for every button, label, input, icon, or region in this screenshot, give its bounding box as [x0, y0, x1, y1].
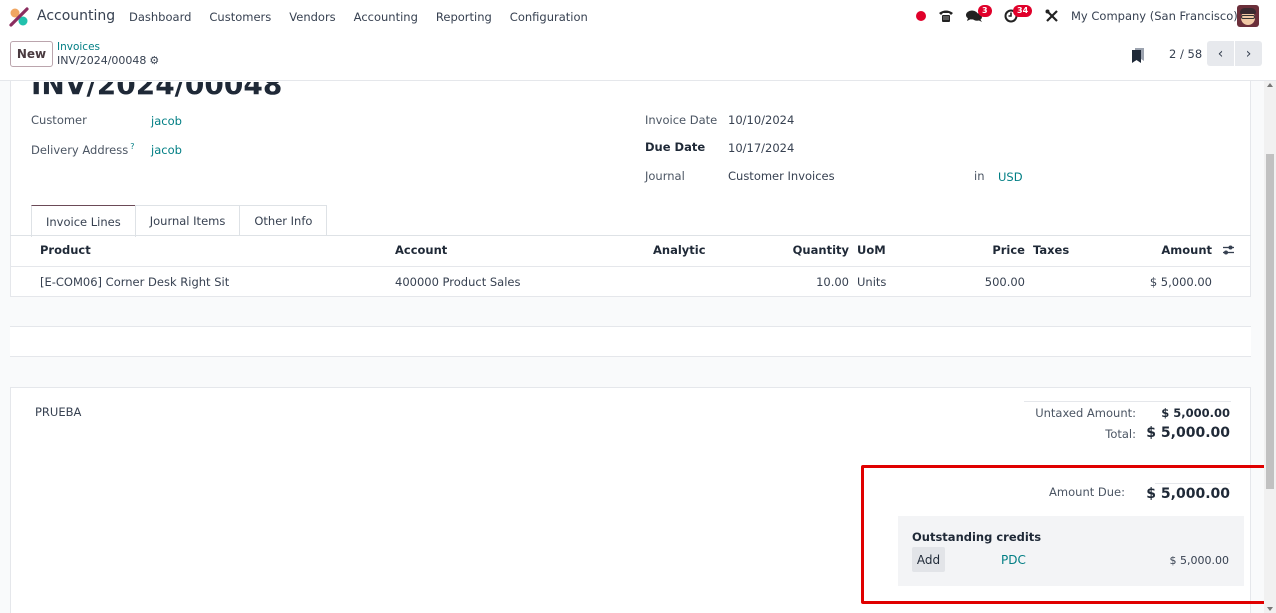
column-product[interactable]: Product — [40, 243, 91, 257]
invoice-date-field[interactable]: 10/10/2024 — [728, 113, 794, 127]
add-credit-button[interactable]: Add — [912, 547, 945, 572]
invoice-date-label: Invoice Date — [645, 113, 718, 127]
total-value: $ 5,000.00 — [1146, 425, 1230, 441]
delivery-address-field[interactable]: jacob — [151, 143, 182, 157]
currency-field[interactable]: USD — [998, 170, 1023, 184]
gear-icon[interactable]: ⚙ — [149, 54, 159, 67]
scroll-down-arrow-icon[interactable] — [1267, 607, 1273, 611]
debug-tools-icon[interactable] — [1045, 9, 1059, 23]
tab-other-info[interactable]: Other Info — [239, 205, 328, 236]
new-button[interactable]: New — [10, 41, 53, 67]
delivery-address-label-text: Delivery Address — [31, 142, 129, 157]
menu-item-reporting[interactable]: Reporting — [436, 10, 492, 24]
bookmark-icon[interactable] — [1131, 47, 1145, 63]
tab-divider — [10, 235, 1251, 236]
user-avatar[interactable] — [1237, 5, 1259, 27]
control-panel: New Invoices INV/2024/00048 ⚙ 2 / 58 ‹ › — [0, 33, 1276, 81]
total-label: Total: — [1105, 427, 1136, 441]
outstanding-credits-title: Outstanding credits — [912, 530, 1042, 544]
currency-in-label: in — [974, 169, 985, 183]
credit-reference-link[interactable]: PDC — [1001, 553, 1026, 567]
line-price[interactable]: 500.00 — [985, 275, 1025, 289]
top-menu: Dashboard Customers Vendors Accounting R… — [129, 10, 606, 24]
chevron-right-icon: › — [1245, 45, 1252, 62]
avatar-hair-icon — [1240, 8, 1256, 14]
journal-field[interactable]: Customer Invoices — [728, 169, 835, 183]
notebook-tabs: Invoice Lines Journal Items Other Info — [31, 205, 328, 237]
recording-indicator-icon[interactable] — [916, 11, 926, 21]
menu-item-customers[interactable]: Customers — [209, 10, 271, 24]
empty-row — [10, 297, 1251, 327]
scroll-up-arrow-icon[interactable] — [1267, 83, 1273, 87]
column-account[interactable]: Account — [395, 243, 447, 257]
optional-columns-toggle-icon[interactable] — [1222, 244, 1235, 256]
avatar-glasses-icon — [1241, 15, 1255, 19]
journal-label: Journal — [645, 169, 685, 183]
breadcrumb-invoices[interactable]: Invoices — [57, 41, 100, 53]
customer-field[interactable]: jacob — [151, 114, 182, 128]
breadcrumb-current: INV/2024/00048 ⚙ — [57, 54, 159, 67]
menu-item-vendors[interactable]: Vendors — [289, 10, 335, 24]
amount-due-label: Amount Due: — [1049, 485, 1125, 499]
column-taxes[interactable]: Taxes — [1033, 243, 1069, 257]
untaxed-amount-label: Untaxed Amount: — [1035, 406, 1136, 420]
empty-row — [10, 327, 1251, 357]
untaxed-amount-value: $ 5,000.00 — [1161, 406, 1230, 420]
totals-divider — [1024, 401, 1231, 402]
column-amount[interactable]: Amount — [1161, 243, 1212, 257]
outstanding-credits-panel — [898, 516, 1244, 586]
help-tooltip-icon[interactable]: ? — [130, 142, 134, 151]
pager-value[interactable]: 2 / 58 — [1169, 47, 1202, 61]
customer-label: Customer — [31, 113, 87, 127]
tab-invoice-lines[interactable]: Invoice Lines — [31, 205, 136, 237]
row-divider — [10, 387, 1251, 388]
messages-badge: 3 — [978, 5, 992, 17]
vertical-scrollbar[interactable] — [1264, 81, 1276, 613]
scrollbar-thumb[interactable] — [1266, 154, 1274, 489]
empty-row — [10, 357, 1251, 387]
pager-next-button[interactable]: › — [1235, 41, 1262, 66]
due-date-label: Due Date — [645, 140, 706, 154]
line-amount[interactable]: $ 5,000.00 — [1150, 275, 1212, 289]
amount-due-divider — [1155, 483, 1230, 484]
column-analytic[interactable]: Analytic — [653, 243, 706, 257]
column-uom[interactable]: UoM — [857, 243, 886, 257]
activities-badge: 34 — [1013, 5, 1033, 17]
header-divider — [10, 266, 1251, 267]
invoice-title: INV/2024/00048 — [31, 82, 282, 98]
app-name[interactable]: Accounting — [37, 8, 115, 24]
breadcrumb-current-label: INV/2024/00048 — [57, 54, 147, 67]
pager-previous-button[interactable]: ‹ — [1207, 41, 1234, 66]
phone-icon[interactable] — [938, 8, 954, 24]
accounting-app-logo-icon[interactable] — [9, 7, 29, 27]
line-product[interactable]: [E-COM06] Corner Desk Right Sit — [40, 275, 229, 289]
line-account[interactable]: 400000 Product Sales — [395, 275, 520, 289]
column-price[interactable]: Price — [992, 243, 1025, 257]
line-uom[interactable]: Units — [857, 275, 886, 289]
due-date-field[interactable]: 10/17/2024 — [728, 141, 794, 155]
menu-item-dashboard[interactable]: Dashboard — [129, 10, 191, 24]
delivery-address-label: Delivery Address? — [31, 142, 134, 157]
line-quantity[interactable]: 10.00 — [816, 275, 849, 289]
amount-due-value: $ 5,000.00 — [1146, 486, 1230, 502]
terms-notes-field[interactable]: PRUEBA — [35, 405, 81, 419]
credit-amount: $ 5,000.00 — [1169, 554, 1229, 567]
tab-journal-items[interactable]: Journal Items — [134, 205, 241, 236]
company-switcher[interactable]: My Company (San Francisco) — [1071, 9, 1238, 23]
main-navbar: Accounting Dashboard Customers Vendors A… — [0, 0, 1276, 33]
menu-item-configuration[interactable]: Configuration — [510, 10, 588, 24]
column-quantity[interactable]: Quantity — [793, 243, 849, 257]
menu-item-accounting[interactable]: Accounting — [354, 10, 418, 24]
invoice-title-wrap: INV/2024/00048 — [31, 82, 331, 98]
chevron-left-icon: ‹ — [1217, 45, 1224, 62]
